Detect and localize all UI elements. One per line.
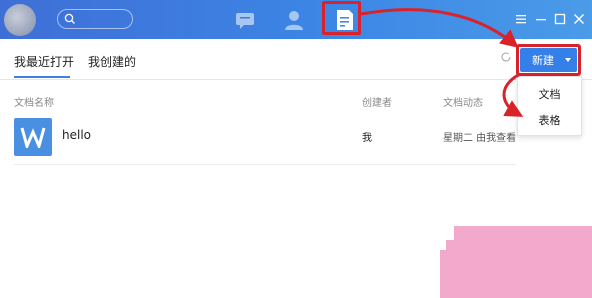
column-header-activity: 文档动态 — [443, 98, 483, 109]
close-icon[interactable] — [572, 12, 586, 26]
active-tab-indicator — [14, 76, 70, 78]
title-bar — [0, 0, 592, 39]
search-icon — [64, 13, 75, 24]
search-input[interactable] — [57, 9, 133, 29]
chat-icon[interactable] — [233, 8, 257, 32]
file-name[interactable]: hello — [62, 128, 91, 142]
menu-icon[interactable] — [514, 12, 528, 26]
avatar[interactable] — [4, 4, 36, 36]
doc-tab-highlight — [322, 1, 361, 35]
refresh-icon[interactable] — [500, 51, 512, 63]
file-creator: 我 — [362, 133, 372, 144]
tab-created[interactable]: 我创建的 — [88, 53, 136, 70]
row-divider — [14, 164, 516, 165]
new-button-label: 新建 — [532, 54, 554, 67]
new-button[interactable]: 新建 — [520, 48, 577, 72]
tab-recent[interactable]: 我最近打开 — [14, 53, 74, 70]
minimize-icon[interactable] — [534, 12, 548, 26]
caret-down-icon — [565, 58, 571, 62]
menu-item-document[interactable]: 文档 — [518, 86, 581, 102]
column-header-name: 文档名称 — [14, 98, 54, 109]
document-file-icon — [14, 118, 52, 156]
pink-corner-decoration — [440, 226, 592, 298]
maximize-icon[interactable] — [553, 12, 567, 26]
user-icon[interactable] — [282, 8, 306, 32]
column-header-creator: 创建者 — [362, 98, 392, 109]
file-activity: 星期二 由我查看 — [443, 133, 517, 144]
